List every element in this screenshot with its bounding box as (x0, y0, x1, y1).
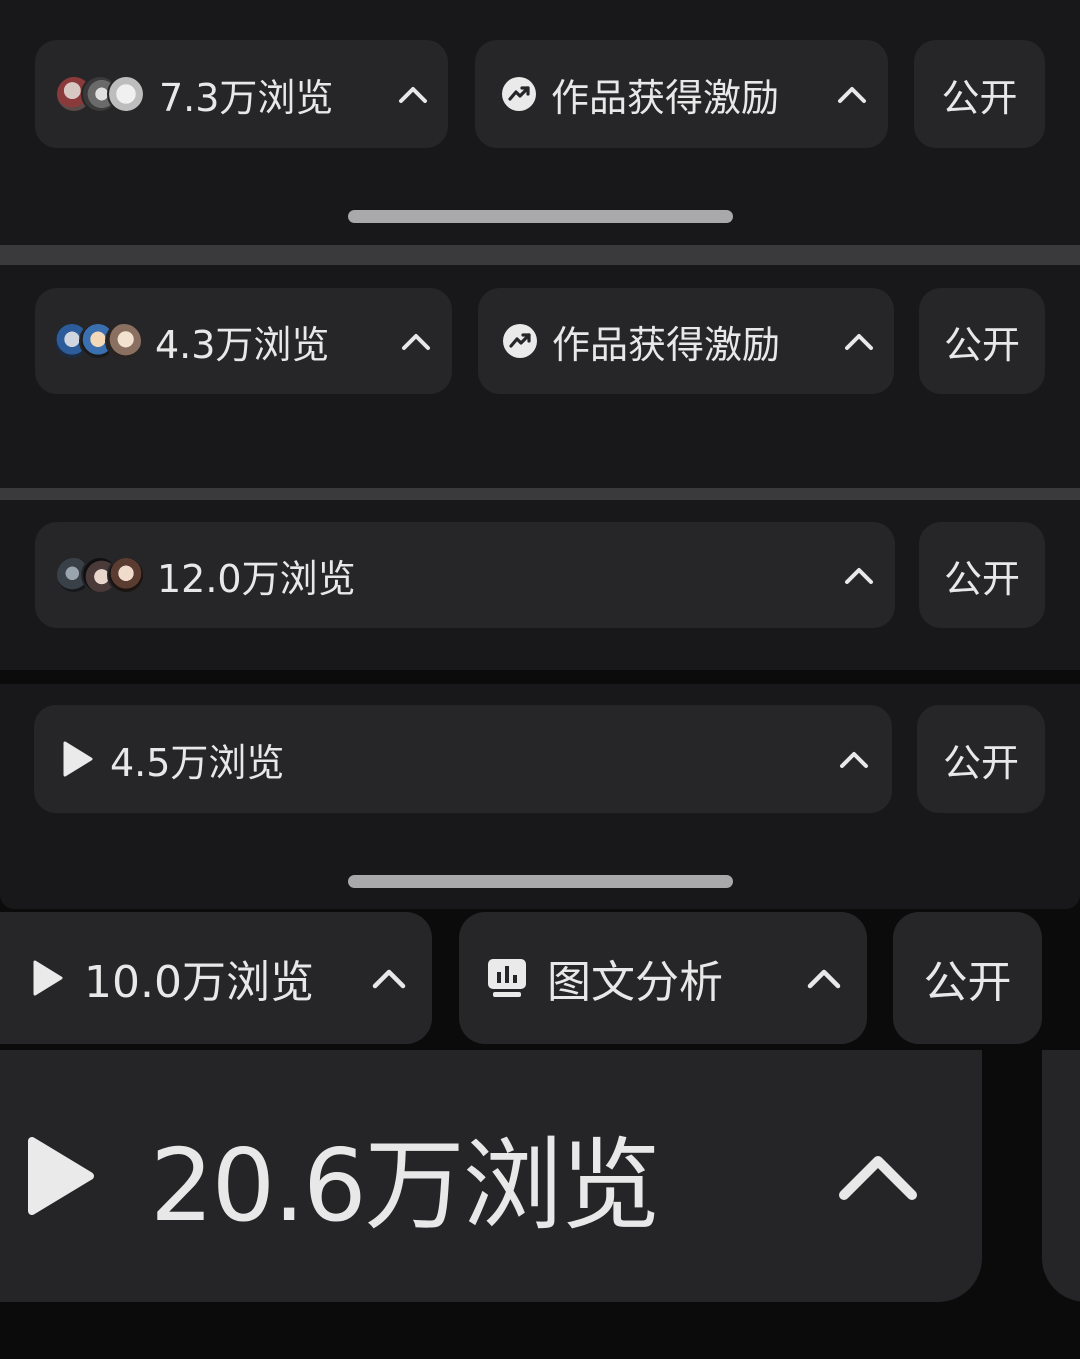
chevron-up-icon[interactable] (837, 84, 867, 104)
incentive-label: 作品获得激励 (552, 322, 781, 367)
visibility-chip[interactable]: 公开 (919, 522, 1045, 628)
divider (0, 245, 1080, 265)
views-count: 4.3万浏览 (155, 322, 330, 367)
card-panel-4: 4.5万浏览 公开 (0, 684, 1080, 909)
incentive-chip[interactable]: 作品获得激励 (475, 40, 888, 148)
drag-handle[interactable] (348, 875, 733, 888)
visibility-chip-partial[interactable] (1042, 1050, 1080, 1302)
chevron-up-icon[interactable] (807, 967, 841, 989)
visibility-chip[interactable]: 公开 (893, 912, 1042, 1044)
incentive-chip[interactable]: 作品获得激励 (478, 288, 894, 394)
card-panel-2: 4.3万浏览 作品获得激励 公开 (0, 265, 1080, 488)
views-count: 12.0万浏览 (157, 556, 356, 601)
views-count: 4.5万浏览 (110, 740, 285, 785)
play-icon (63, 741, 93, 777)
views-chip[interactable]: 12.0万浏览 (35, 522, 895, 628)
chevron-up-icon[interactable] (838, 1151, 918, 1201)
visibility-chip[interactable]: 公开 (917, 705, 1045, 813)
visibility-label: 公开 (942, 740, 1019, 785)
divider (0, 488, 1080, 500)
trending-up-icon (502, 77, 536, 111)
chevron-up-icon[interactable] (844, 331, 874, 351)
views-chip[interactable]: 7.3万浏览 (35, 40, 448, 148)
card-panel-6: 20.6万浏览 (0, 1050, 1080, 1359)
visibility-chip[interactable]: 公开 (919, 288, 1045, 394)
chevron-up-icon[interactable] (844, 565, 874, 585)
viewer-avatars (55, 75, 145, 113)
visibility-label: 公开 (943, 556, 1020, 601)
avatar (107, 556, 145, 594)
viewer-avatars (53, 322, 143, 360)
visibility-chip[interactable]: 公开 (914, 40, 1045, 148)
views-chip[interactable]: 10.0万浏览 (0, 912, 432, 1044)
visibility-label: 公开 (943, 322, 1020, 367)
trending-up-icon (503, 324, 537, 358)
chevron-up-icon[interactable] (398, 84, 428, 104)
views-count: 20.6万浏览 (150, 1126, 661, 1244)
chevron-up-icon[interactable] (839, 749, 869, 769)
incentive-label: 作品获得激励 (551, 75, 780, 120)
play-icon (33, 960, 63, 996)
analysis-chip[interactable]: 图文分析 (459, 912, 867, 1044)
viewer-avatars (55, 556, 145, 594)
avatar (105, 322, 143, 360)
divider (0, 670, 1080, 684)
views-count: 7.3万浏览 (159, 75, 334, 120)
analysis-label: 图文分析 (547, 957, 723, 1008)
views-chip[interactable]: 4.5万浏览 (34, 705, 892, 813)
views-chip[interactable]: 4.3万浏览 (35, 288, 452, 394)
card-panel-3: 12.0万浏览 公开 (0, 500, 1080, 670)
chevron-up-icon[interactable] (372, 967, 406, 989)
play-icon (28, 1137, 94, 1215)
views-chip[interactable]: 20.6万浏览 (0, 1050, 982, 1302)
bar-chart-icon (488, 959, 526, 997)
visibility-label: 公开 (941, 75, 1018, 120)
visibility-label: 公开 (923, 957, 1012, 1008)
avatar (107, 75, 145, 113)
card-panel-5: 10.0万浏览 图文分析 公开 (0, 910, 1080, 1050)
views-count: 10.0万浏览 (84, 957, 314, 1008)
card-panel-1: 7.3万浏览 作品获得激励 公开 (0, 0, 1080, 245)
drag-handle[interactable] (348, 210, 733, 223)
chevron-up-icon[interactable] (401, 331, 431, 351)
